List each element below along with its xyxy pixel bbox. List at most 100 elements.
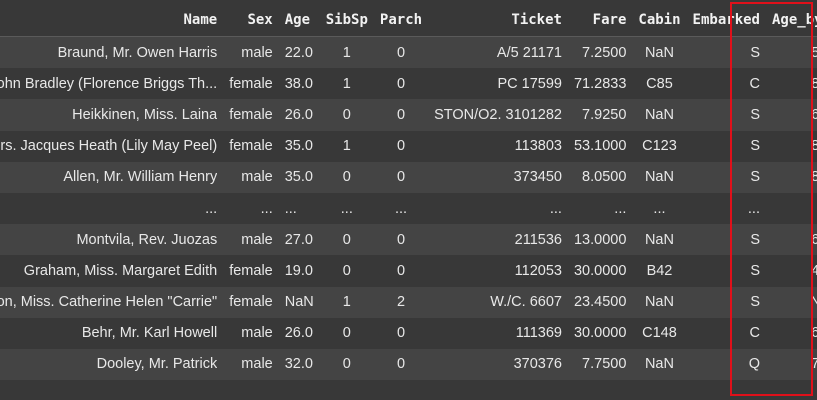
header-row: Name Sex Age SibSp Parch Ticket Fare Cabin Embar… — [0, 3, 817, 37]
cell-name: Allen, Mr. William Henry — [0, 161, 224, 193]
cell-cabin: ... — [632, 192, 687, 225]
cell-name: Johnston, Miss. Catherine Helen "Carrie" — [0, 286, 224, 318]
dataframe-table: Name Sex Age SibSp Parch Ticket Fare Cabin Embar… — [0, 3, 817, 381]
cell-cabin: B42 — [632, 255, 687, 287]
cell-age-by-2: NaN — [765, 286, 817, 318]
table-row: ................................. — [0, 192, 817, 225]
cell-fare: 53.1000 — [567, 130, 633, 162]
cell-sex: male — [223, 161, 279, 193]
table-row: 887Graham, Miss. Margaret Edithfemale19.… — [0, 255, 817, 287]
cell-cabin: C123 — [632, 130, 687, 162]
table-row: 886Montvila, Rev. Juozasmale27.000211536… — [0, 224, 817, 256]
cell-sex: ... — [223, 192, 279, 225]
cell-sex: male — [223, 317, 279, 349]
table-body: 0Braund, Mr. Owen Harrismale22.010A/5 21… — [0, 36, 817, 381]
cell-fare: 8.0500 — [567, 161, 633, 193]
cell-name: Graham, Miss. Margaret Edith — [0, 255, 224, 287]
name-text: Futrelle, Mrs. Jacques Heath (Lily May P… — [0, 138, 218, 155]
cell-sex: female — [223, 99, 279, 131]
cell-embarked: S — [686, 36, 766, 69]
cell-ticket: W./C. 6607 — [428, 286, 568, 318]
cell-age-by-2: 62.0 — [765, 317, 817, 349]
name-text: Behr, Mr. Karl Howell — [81, 325, 218, 342]
cell-fare: 7.9250 — [567, 99, 633, 131]
cell-cabin: NaN — [632, 286, 687, 318]
cell-name: Dooley, Mr. Patrick — [0, 348, 224, 381]
cell-ticket: 373450 — [428, 161, 568, 193]
column-header-embarked: Embarked — [686, 3, 766, 37]
cell-sex: female — [223, 68, 279, 100]
name-text: ... — [205, 200, 218, 217]
cell-ticket: PC 17599 — [428, 68, 568, 100]
cell-sibsp: 1 — [319, 130, 374, 162]
cell-age-by-2: 86.0 — [765, 68, 817, 100]
cell-sibsp: 0 — [319, 255, 374, 287]
cell-sibsp: ... — [319, 192, 374, 225]
cell-ticket: 113803 — [428, 130, 568, 162]
cell-parch: 0 — [373, 348, 429, 381]
cell-fare: 7.2500 — [567, 36, 633, 69]
cell-name: ... — [0, 192, 224, 225]
cell-embarked: ... — [686, 192, 766, 225]
cell-sex: male — [223, 348, 279, 381]
cell-cabin: NaN — [632, 36, 687, 69]
table-row: 888Johnston, Miss. Catherine Helen "Carr… — [0, 286, 817, 318]
cell-age: 32.0 — [278, 348, 320, 381]
cell-age-by-2: 80.0 — [765, 130, 817, 162]
cell-ticket: 111369 — [428, 317, 568, 349]
cell-ticket: 112053 — [428, 255, 568, 287]
name-text: Cumings, Mrs. John Bradley (Florence Bri… — [0, 75, 218, 92]
cell-fare: 23.4500 — [567, 286, 633, 318]
name-text: Dooley, Mr. Patrick — [96, 356, 218, 373]
cell-parch: 0 — [373, 68, 429, 100]
column-header-age: Age — [278, 3, 320, 37]
cell-embarked: S — [686, 224, 766, 256]
column-header-parch: Parch — [373, 3, 429, 37]
column-header-sibsp: SibSp — [319, 3, 374, 37]
cell-name: Cumings, Mrs. John Bradley (Florence Bri… — [0, 68, 224, 100]
cell-embarked: Q — [686, 348, 766, 381]
cell-age: 26.0 — [278, 99, 320, 131]
cell-age-by-2: 64.0 — [765, 224, 817, 256]
cell-fare: 30.0000 — [567, 317, 633, 349]
cell-name: Montvila, Rev. Juozas — [0, 224, 224, 256]
cell-name: Braund, Mr. Owen Harris — [0, 36, 224, 69]
cell-embarked: S — [686, 130, 766, 162]
column-header-age-by-2: Age_by_2 — [765, 3, 817, 37]
name-text: Allen, Mr. William Henry — [63, 169, 218, 186]
cell-parch: 0 — [373, 161, 429, 193]
cell-age: 19.0 — [278, 255, 320, 287]
cell-ticket: A/5 21171 — [428, 36, 568, 69]
cell-sex: female — [223, 130, 279, 162]
cell-age-by-2: 48.0 — [765, 255, 817, 287]
cell-parch: 0 — [373, 255, 429, 287]
table-row: 3Futrelle, Mrs. Jacques Heath (Lily May … — [0, 130, 817, 162]
name-text: Montvila, Rev. Juozas — [76, 231, 218, 248]
column-header-cabin: Cabin — [632, 3, 687, 37]
table-row: 2Heikkinen, Miss. Lainafemale26.000STON/… — [0, 99, 817, 131]
table-row: 0Braund, Mr. Owen Harrismale22.010A/5 21… — [0, 36, 817, 69]
table-row: 4Allen, Mr. William Henrymale35.00037345… — [0, 161, 817, 193]
dataframe-output: Name Sex Age SibSp Parch Ticket Fare Cabin Embar… — [0, 0, 817, 400]
cell-cabin: NaN — [632, 224, 687, 256]
cell-age: NaN — [278, 286, 320, 318]
cell-embarked: S — [686, 99, 766, 131]
cell-parch: 0 — [373, 36, 429, 69]
cell-age: 38.0 — [278, 68, 320, 100]
cell-cabin: C148 — [632, 317, 687, 349]
name-text: Graham, Miss. Margaret Edith — [23, 262, 218, 279]
cell-cabin: NaN — [632, 161, 687, 193]
cell-parch: 0 — [373, 317, 429, 349]
cell-sex: male — [223, 224, 279, 256]
cell-fare: 13.0000 — [567, 224, 633, 256]
cell-ticket: STON/O2. 3101282 — [428, 99, 568, 131]
table-row: 1 Cumings, Mrs. John Bradley (Florence Br… — [0, 68, 817, 100]
cell-embarked: C — [686, 317, 766, 349]
column-header-name: Name — [0, 3, 224, 37]
cell-cabin: NaN — [632, 348, 687, 381]
cell-embarked: S — [686, 255, 766, 287]
cell-age: 27.0 — [278, 224, 320, 256]
cell-name: Behr, Mr. Karl Howell — [0, 317, 224, 349]
cell-age: 35.0 — [278, 161, 320, 193]
cell-parch: 2 — [373, 286, 429, 318]
